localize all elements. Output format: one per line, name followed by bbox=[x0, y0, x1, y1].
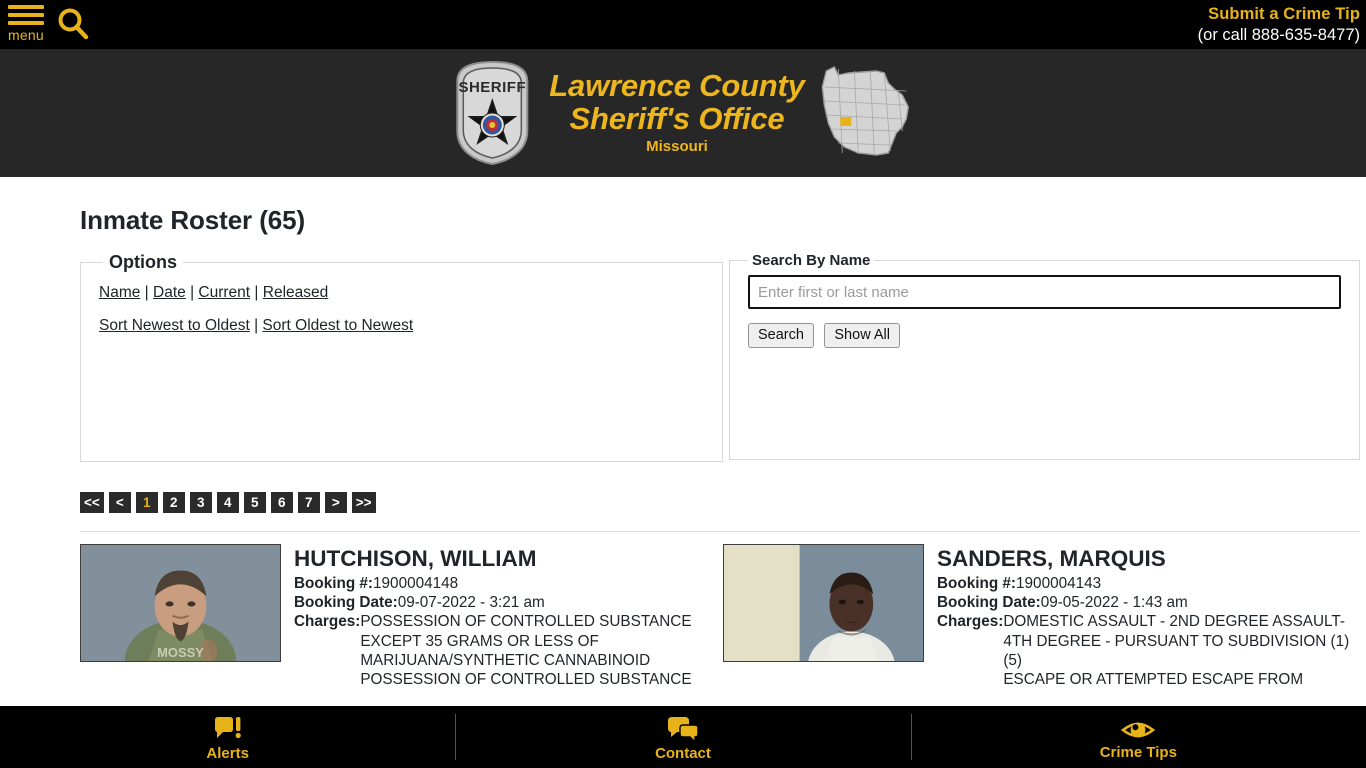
booking-number-label: Booking #: bbox=[294, 575, 374, 592]
option-separator: | bbox=[254, 284, 259, 301]
eye-icon bbox=[1121, 722, 1156, 737]
brand-state-label: Missouri bbox=[646, 138, 708, 155]
bottom-nav-alerts[interactable]: Alerts bbox=[0, 706, 455, 768]
pagination-page-3[interactable]: 3 bbox=[189, 492, 212, 513]
charges-value: DOMESTIC ASSAULT - 2ND DEGREE ASSAULT- 4… bbox=[1003, 613, 1350, 689]
bottom-navigation-bar: Alerts Contact Crime Tips bbox=[0, 706, 1366, 768]
pagination-page-1[interactable]: 1 bbox=[135, 492, 158, 513]
inmate-name: HUTCHISON, WILLIAM bbox=[294, 546, 537, 571]
pagination: << < 1 2 3 4 5 6 7 > >> bbox=[0, 462, 1366, 513]
inmate-details: HUTCHISON, WILLIAM Booking #:1900004148 … bbox=[281, 544, 723, 690]
options-sort-row: Sort Newest to Oldest | Sort Oldest to N… bbox=[99, 312, 712, 339]
inmate-card[interactable]: SANDERS, MARQUIS Booking #:1900004143 Bo… bbox=[723, 544, 1366, 690]
panels-row: Options Name | Date | Current | Released… bbox=[0, 252, 1366, 462]
options-panel: Options Name | Date | Current | Released… bbox=[80, 252, 723, 462]
alert-speech-bubble-icon bbox=[214, 716, 241, 738]
booking-date-value: 09-07-2022 - 3:21 am bbox=[397, 594, 545, 612]
search-button[interactable]: Search bbox=[747, 323, 814, 348]
brand-line-2: Sheriff's Office bbox=[569, 101, 785, 136]
inmate-charges-row: Charges: POSSESSION OF CONTROLLED SUBSTAN… bbox=[294, 612, 723, 689]
svg-text:SHERIFF: SHERIFF bbox=[458, 79, 526, 96]
booking-date-value: 09-05-2022 - 1:43 am bbox=[1040, 594, 1188, 612]
option-separator: | bbox=[144, 284, 149, 301]
inmate-card[interactable]: MOSSY HUTCHISON, WILLIAM Booking #:19000… bbox=[80, 544, 723, 690]
options-filter-row: Name | Date | Current | Released bbox=[99, 279, 712, 306]
hamburger-icon bbox=[8, 5, 48, 25]
inmate-name: SANDERS, MARQUIS bbox=[937, 546, 1166, 571]
pagination-next[interactable]: > bbox=[324, 492, 347, 513]
menu-label: menu bbox=[8, 27, 44, 43]
search-buttons-row: Search Show All bbox=[747, 323, 1349, 348]
inmate-roster-list: MOSSY HUTCHISON, WILLIAM Booking #:19000… bbox=[0, 532, 1366, 690]
search-icon[interactable] bbox=[56, 7, 90, 41]
bottom-nav-label: Alerts bbox=[206, 744, 249, 762]
charges-label: Charges: bbox=[937, 613, 1004, 631]
pagination-page-2[interactable]: 2 bbox=[162, 492, 185, 513]
bottom-nav-label: Contact bbox=[655, 744, 711, 762]
brand-text-group: Lawrence County Sheriff's Office Missour… bbox=[533, 69, 818, 157]
booking-date-label: Booking Date: bbox=[294, 594, 398, 612]
option-link-sort-newest-to-oldest[interactable]: Sort Newest to Oldest bbox=[99, 317, 250, 334]
crime-tip-phone: (or call 888-635-8477) bbox=[1197, 26, 1360, 44]
option-link-date[interactable]: Date bbox=[153, 284, 186, 301]
charges-value: POSSESSION OF CONTROLLED SUBSTANCE EXCEP… bbox=[360, 613, 692, 689]
mugshot-photo bbox=[723, 544, 924, 662]
sheriff-badge-icon: SHERIFF bbox=[456, 60, 529, 166]
search-input[interactable] bbox=[747, 275, 1341, 309]
option-link-current[interactable]: Current bbox=[198, 284, 250, 301]
search-legend: Search By Name bbox=[751, 252, 871, 269]
bottom-nav-label: Crime Tips bbox=[1099, 743, 1177, 761]
bottom-nav-contact[interactable]: Contact bbox=[455, 706, 910, 768]
search-panel: Search By Name Search Show All bbox=[728, 252, 1360, 460]
pagination-first[interactable]: << bbox=[80, 492, 104, 513]
option-link-sort-oldest-to-newest[interactable]: Sort Oldest to Newest bbox=[262, 317, 413, 334]
brand-line-1: Lawrence County bbox=[549, 68, 805, 103]
inmate-booking-date-row: Booking Date:09-07-2022 - 3:21 am bbox=[294, 593, 723, 612]
option-separator: | bbox=[190, 284, 195, 301]
brand-logo-group[interactable]: SHERIFF Lawrence County Sheriff's Office… bbox=[451, 59, 914, 167]
option-separator: | bbox=[254, 317, 259, 334]
top-utility-bar: menu Submit a Crime Tip (or call 888-635… bbox=[0, 0, 1366, 49]
pagination-page-4[interactable]: 4 bbox=[216, 492, 239, 513]
inmate-booking-number-row: Booking #:1900004148 bbox=[294, 574, 723, 593]
bottom-nav-crime-tips[interactable]: Crime Tips bbox=[910, 706, 1366, 768]
booking-number-value: 1900004143 bbox=[1016, 575, 1102, 592]
option-link-released[interactable]: Released bbox=[263, 284, 329, 301]
page-title: Inmate Roster (65) bbox=[80, 205, 306, 235]
submit-crime-tip-link[interactable]: Submit a Crime Tip bbox=[1198, 3, 1360, 25]
inmate-charges-row: Charges: DOMESTIC ASSAULT - 2ND DEGREE AS… bbox=[937, 612, 1366, 689]
inmate-details: SANDERS, MARQUIS Booking #:1900004143 Bo… bbox=[924, 544, 1366, 690]
pagination-page-6[interactable]: 6 bbox=[270, 492, 293, 513]
charges-label: Charges: bbox=[294, 613, 361, 631]
menu-button[interactable]: menu bbox=[8, 5, 48, 47]
pagination-page-7[interactable]: 7 bbox=[297, 492, 320, 513]
booking-date-label: Booking Date: bbox=[937, 594, 1041, 612]
pagination-last[interactable]: >> bbox=[351, 492, 376, 513]
chat-bubbles-icon bbox=[667, 716, 699, 744]
booking-number-label: Booking #: bbox=[937, 575, 1017, 592]
svg-text:MOSSY: MOSSY bbox=[157, 645, 204, 660]
site-header-banner: SHERIFF Lawrence County Sheriff's Office… bbox=[0, 49, 1366, 177]
mugshot-photo: MOSSY bbox=[80, 544, 281, 662]
show-all-button[interactable]: Show All bbox=[824, 323, 901, 348]
inmate-booking-date-row: Booking Date:09-05-2022 - 1:43 am bbox=[937, 593, 1366, 612]
inmate-booking-number-row: Booking #:1900004143 bbox=[937, 574, 1366, 593]
option-link-name[interactable]: Name bbox=[99, 284, 140, 301]
pagination-page-5[interactable]: 5 bbox=[243, 492, 266, 513]
crime-tip-block: Submit a Crime Tip (or call 888-635-8477… bbox=[1198, 3, 1360, 45]
main-content: Inmate Roster (65) Options Name | Date |… bbox=[0, 177, 1366, 690]
booking-number-value: 1900004148 bbox=[373, 575, 459, 592]
missouri-state-map-icon bbox=[821, 66, 910, 156]
pagination-prev[interactable]: < bbox=[108, 492, 131, 513]
options-legend: Options bbox=[109, 252, 177, 272]
